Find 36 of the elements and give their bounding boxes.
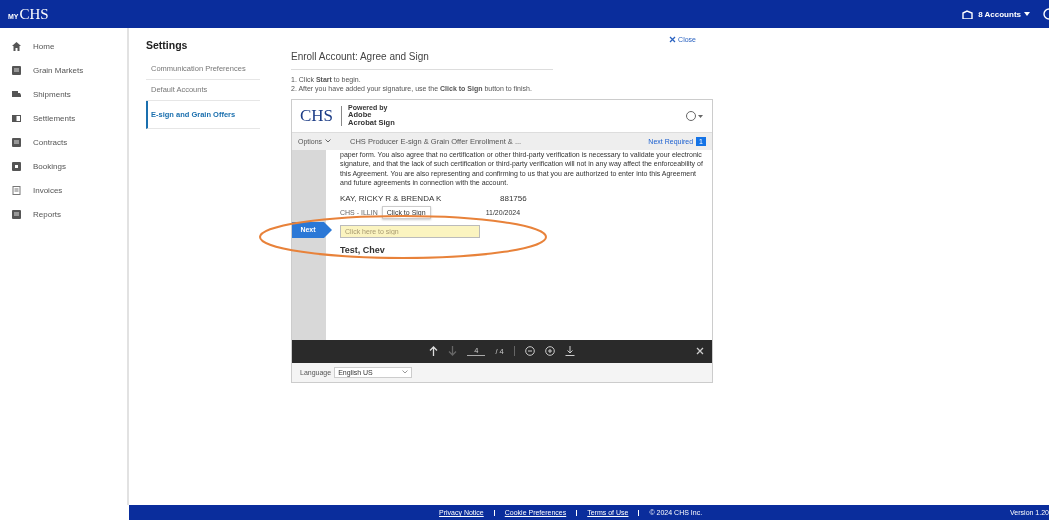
nav-item[interactable]: Contracts [0, 130, 127, 154]
close-icon[interactable] [696, 347, 704, 356]
chs-logo: CHS [300, 105, 343, 126]
settings-title: Settings [146, 39, 189, 51]
signer-name: KAY, RICKY R & BRENDA K [340, 193, 443, 203]
nav-item[interactable]: Reports [0, 202, 127, 226]
close-icon [669, 36, 677, 43]
help-icon[interactable] [1043, 8, 1049, 20]
truck-icon [12, 89, 21, 99]
zoom-in-icon[interactable] [544, 346, 555, 357]
nav-item[interactable]: Invoices [0, 178, 127, 202]
square-icon [12, 65, 21, 75]
home-icon [12, 41, 21, 51]
typed-signature: Test, Chev [340, 244, 386, 255]
accounts-dropdown[interactable]: 8 Accounts [978, 9, 1038, 19]
nav-item[interactable]: Shipments [0, 82, 127, 106]
down-arrow-icon[interactable] [448, 346, 458, 357]
help-icon[interactable] [686, 110, 704, 121]
account-number: 881756 [500, 193, 527, 203]
square-icon [12, 209, 21, 219]
download-icon[interactable] [564, 346, 575, 357]
up-arrow-icon[interactable] [429, 346, 439, 357]
nav-item[interactable]: Grain Markets [0, 58, 127, 82]
nav-item[interactable]: Home [0, 34, 127, 58]
page-title: Enroll Account: Agree and Sign [291, 43, 553, 70]
square-icon [12, 161, 21, 171]
caret-icon [402, 370, 409, 375]
nav-item[interactable]: Settlements [0, 106, 127, 130]
caret-icon [325, 139, 332, 144]
nav-item[interactable]: Bookings [0, 154, 127, 178]
zoom-out-icon[interactable] [524, 346, 535, 357]
building-icon [962, 9, 974, 19]
document-icon [12, 185, 21, 195]
panel-icon [12, 113, 21, 123]
square-icon [12, 137, 21, 147]
caret-icon [1024, 12, 1030, 16]
